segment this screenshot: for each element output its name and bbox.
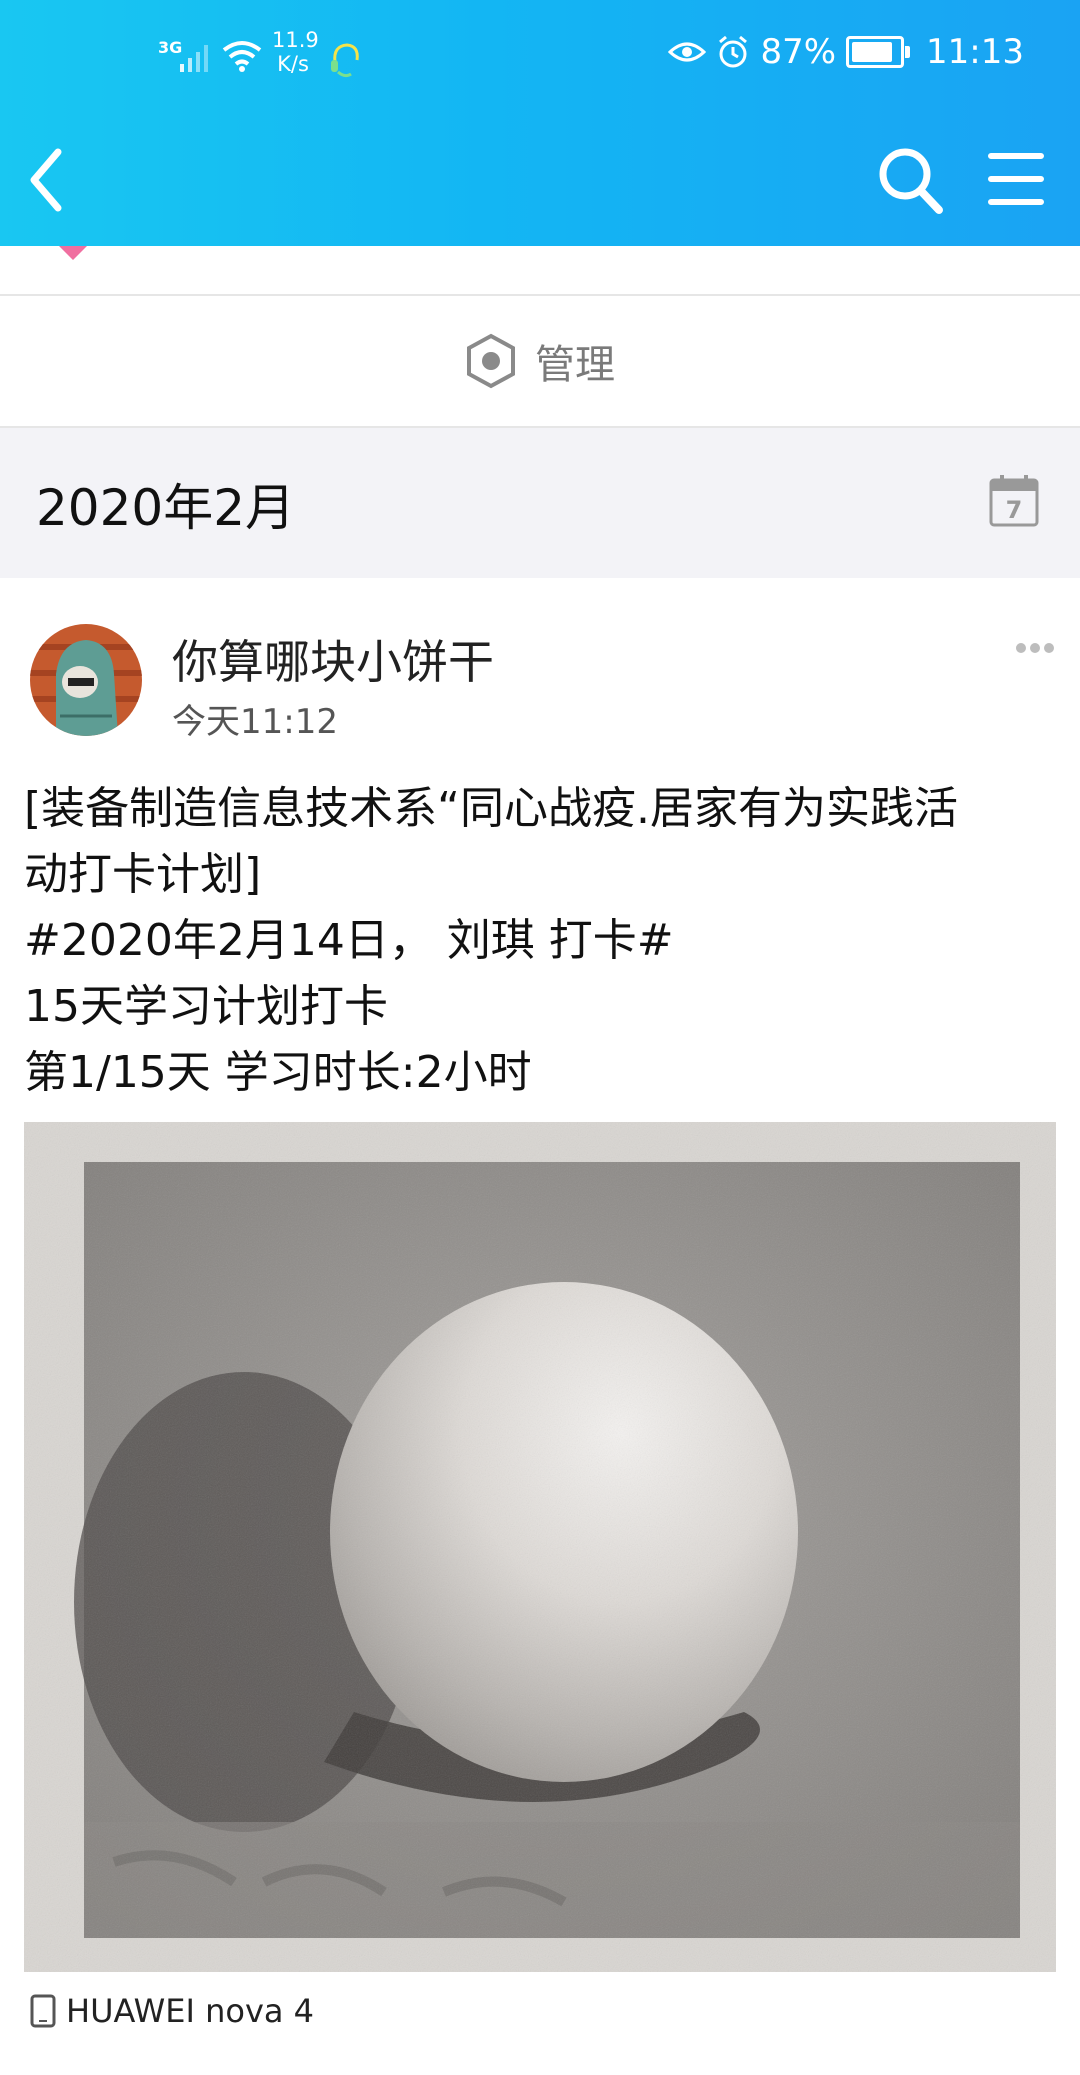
battery-icon bbox=[846, 36, 911, 68]
month-header: 2020年2月 7 bbox=[0, 426, 1080, 578]
phone-icon bbox=[30, 1994, 56, 2028]
more-dots-icon[interactable] bbox=[1016, 638, 1060, 654]
post-time: 今天11:12 bbox=[172, 702, 338, 742]
post-line: [装备制造信息技术系“同心战疫.居家有为实践活 bbox=[24, 783, 958, 834]
post-line: 动打卡计划] bbox=[24, 849, 262, 900]
battery-percent: 87% bbox=[760, 32, 837, 72]
battery-level-fill bbox=[852, 42, 893, 62]
wifi-icon bbox=[222, 41, 262, 72]
eye-icon bbox=[668, 42, 707, 62]
post-line: 15天学习计划打卡 bbox=[24, 981, 388, 1032]
chevron-left-icon[interactable] bbox=[20, 140, 80, 220]
month-label: 2020年2月 bbox=[36, 479, 296, 537]
previous-item-partial bbox=[0, 246, 1080, 294]
search-icon[interactable] bbox=[875, 140, 947, 218]
heart-icon bbox=[59, 246, 87, 260]
nav-bar bbox=[0, 118, 1080, 246]
calendar-icon[interactable]: 7 bbox=[988, 472, 1040, 528]
avatar[interactable] bbox=[30, 624, 142, 736]
top-bar: 3G 11.9 K/s 87% 11:13 bbox=[0, 0, 1080, 246]
status-bar: 3G 11.9 K/s 87% 11:13 bbox=[0, 0, 1080, 118]
hexagon-settings-icon bbox=[467, 333, 515, 389]
manage-label: 管理 bbox=[535, 342, 615, 388]
svg-text:7: 7 bbox=[1006, 496, 1023, 524]
post-line: 第1/15天 学习时长:2小时 bbox=[24, 1047, 532, 1098]
hamburger-menu-icon[interactable] bbox=[985, 146, 1047, 212]
clock: 11:13 bbox=[926, 32, 1024, 72]
post-line: #2020年2月14日， 刘琪 打卡# bbox=[24, 915, 674, 966]
post-card: 你算哪块小饼干 今天11:12 [装备制造信息技术系“同心战疫.居家有为实践活 … bbox=[0, 578, 1080, 2075]
network-speed-value: 11.9 bbox=[272, 28, 319, 52]
headset-icon bbox=[331, 43, 359, 78]
username[interactable]: 你算哪块小饼干 bbox=[172, 626, 494, 692]
post-image[interactable] bbox=[24, 1122, 1056, 1972]
signal-icon bbox=[180, 45, 208, 72]
post-content: [装备制造信息技术系“同心战疫.居家有为实践活 动打卡计划] #2020年2月1… bbox=[24, 776, 1054, 1106]
manage-button[interactable]: 管理 bbox=[0, 296, 1080, 426]
alarm-icon bbox=[719, 35, 748, 68]
network-speed: 11.9 K/s bbox=[272, 28, 319, 76]
device-info: HUAWEI nova 4 bbox=[30, 1992, 314, 2030]
network-speed-unit: K/s bbox=[277, 52, 309, 76]
device-name: HUAWEI nova 4 bbox=[66, 1992, 315, 2030]
status-right: 87% 11:13 bbox=[668, 32, 1024, 72]
